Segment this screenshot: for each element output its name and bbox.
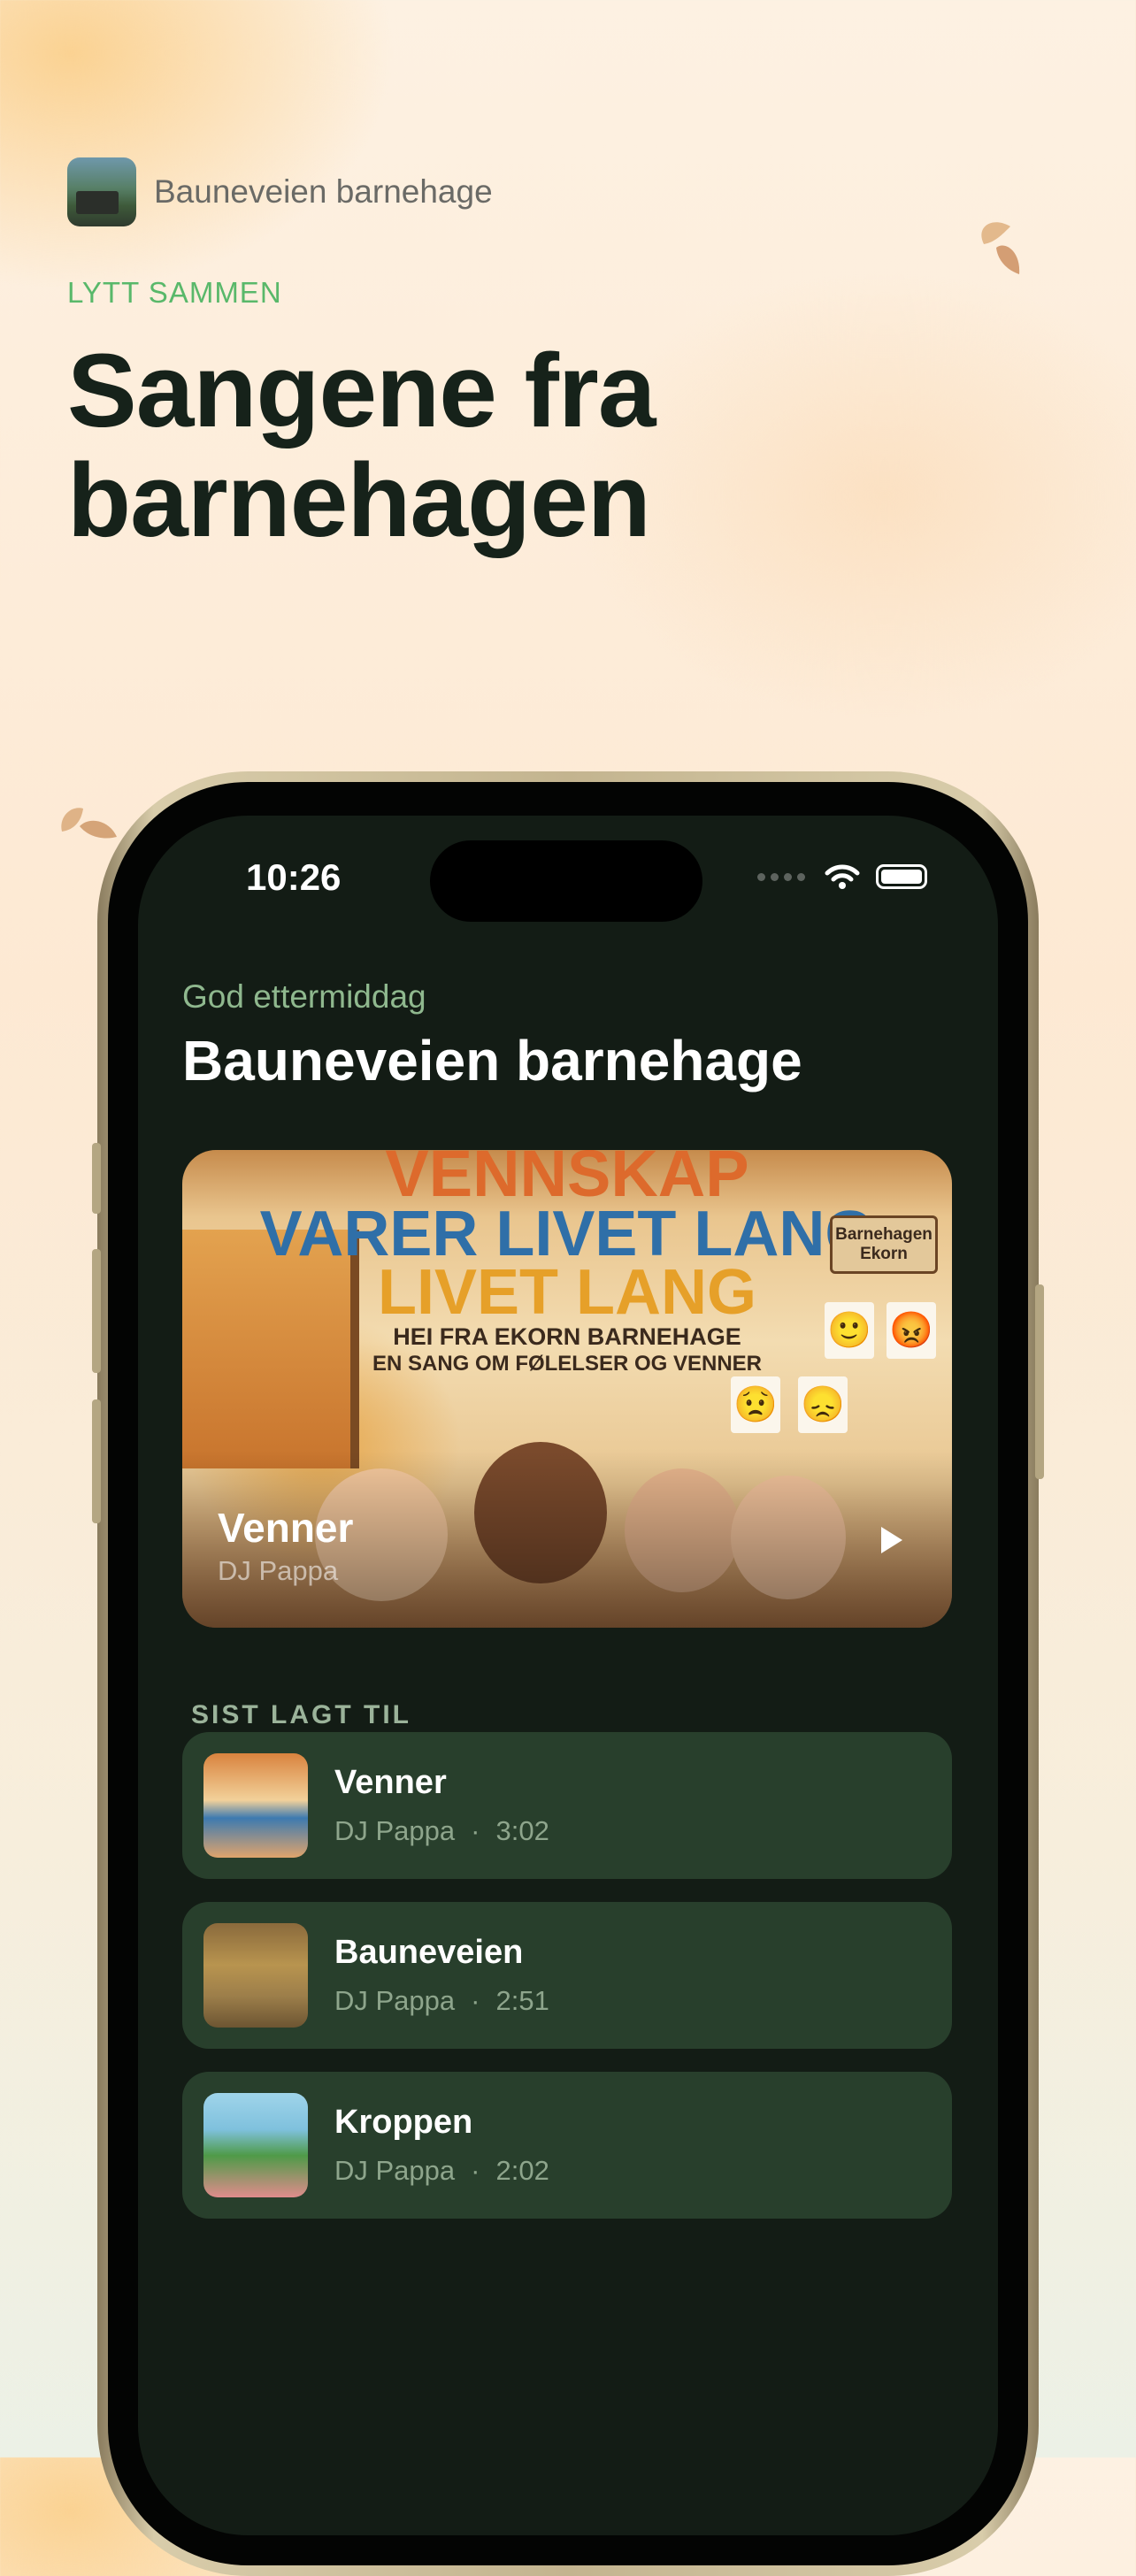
brand-name: Bauneveien barnehage <box>154 173 493 210</box>
wifi-icon <box>825 864 860 889</box>
phone-mockup: 10:26 God ettermiddag Bauneveien barneha… <box>92 771 1044 2576</box>
track-row[interactable]: Kroppen DJ Pappa · 2:02 <box>182 2072 952 2219</box>
greeting-text: God ettermiddag <box>182 978 426 1015</box>
eyebrow-label: LYTT SAMMEN <box>67 276 282 309</box>
worried-face-icon: 😟 <box>731 1376 780 1433</box>
track-row[interactable]: Bauneveien DJ Pappa · 2:51 <box>182 1902 952 2049</box>
headline-line-2: barnehagen <box>67 442 651 559</box>
track-artwork <box>203 1923 308 2028</box>
track-artist: DJ Pappa <box>334 1815 456 1846</box>
track-duration: 2:02 <box>495 2155 549 2186</box>
phone-side-button <box>92 1143 101 1214</box>
headline-line-1: Sangene fra <box>67 333 656 449</box>
track-duration: 2:51 <box>495 1985 549 2016</box>
track-row[interactable]: Venner DJ Pappa · 3:02 <box>182 1732 952 1879</box>
track-title: Bauneveien <box>334 1934 524 1971</box>
status-icons <box>757 863 927 890</box>
play-icon[interactable] <box>881 1527 902 1553</box>
status-time: 10:26 <box>246 856 342 898</box>
signal-dots-icon <box>757 872 805 881</box>
battery-icon <box>876 864 927 889</box>
happy-face-icon: 🙂 <box>825 1302 874 1359</box>
sad-face-icon: 😞 <box>798 1376 848 1433</box>
phone-volume-down <box>92 1399 101 1523</box>
featured-song-card[interactable]: VENNSKAP VARER LIVET LANG LIVET LANG HEI… <box>182 1150 952 1628</box>
track-meta: DJ Pappa · 3:02 <box>334 1815 549 1847</box>
track-list: Venner DJ Pappa · 3:02 Bauneveien DJ Pappa… <box>182 1732 952 2242</box>
featured-song-title: Venner <box>218 1505 354 1551</box>
track-artist: DJ Pappa <box>334 1985 456 2016</box>
track-duration: 3:02 <box>495 1815 549 1846</box>
track-meta: DJ Pappa · 2:51 <box>334 1985 549 2017</box>
leaf-icon <box>981 222 1020 274</box>
phone-screen: 10:26 God ettermiddag Bauneveien barneha… <box>138 816 998 2535</box>
phone-volume-up <box>92 1249 101 1373</box>
track-artist: DJ Pappa <box>334 2155 456 2186</box>
track-artwork <box>203 2093 308 2197</box>
dynamic-island <box>430 840 702 922</box>
brand-logo <box>67 157 136 226</box>
track-title: Venner <box>334 1764 447 1801</box>
section-label-recent: SIST LAGT TIL <box>191 1700 411 1729</box>
meta-separator: · <box>471 1815 480 1846</box>
screen-title: Bauneveien barnehage <box>182 1029 802 1092</box>
leaf-icon <box>61 808 117 839</box>
track-meta: DJ Pappa · 2:02 <box>334 2155 549 2187</box>
track-artwork <box>203 1753 308 1858</box>
angry-face-icon: 😡 <box>887 1302 936 1359</box>
meta-separator: · <box>471 2155 480 2186</box>
phone-power-button <box>1035 1284 1044 1479</box>
meta-separator: · <box>471 1985 480 2016</box>
hero-art-sign: Barnehagen Ekorn <box>830 1215 938 1274</box>
track-title: Kroppen <box>334 2104 473 2141</box>
page-headline: Sangene fra barnehagen <box>67 333 656 559</box>
brand-row: Bauneveien barnehage <box>67 157 493 226</box>
featured-song-artist: DJ Pappa <box>218 1555 339 1586</box>
